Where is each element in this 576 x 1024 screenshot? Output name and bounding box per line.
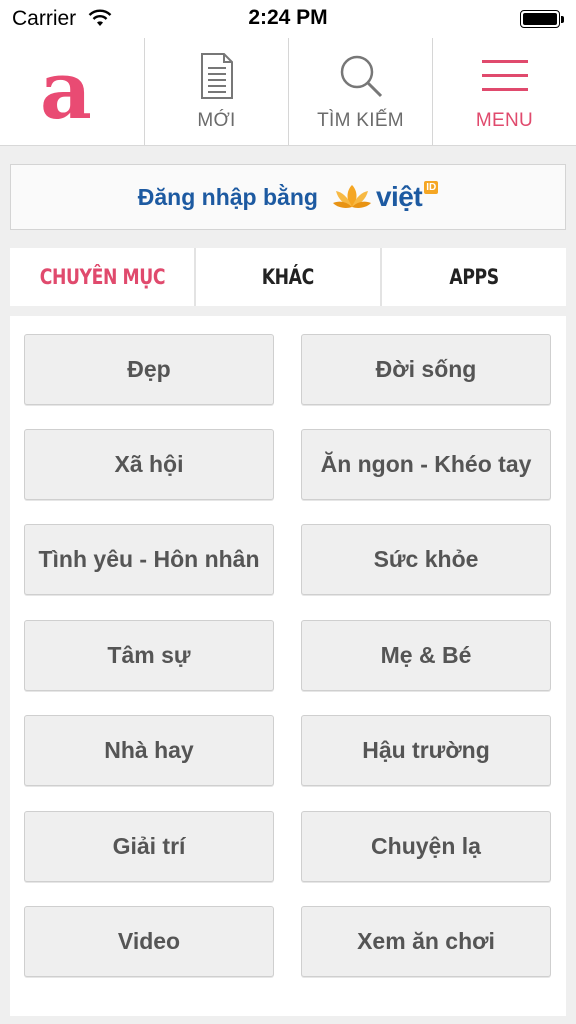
category-button[interactable]: Chuyện lạ (301, 811, 551, 882)
category-button[interactable]: Hậu trường (301, 715, 551, 786)
search-icon (340, 55, 382, 98)
nav-menu-button[interactable]: MENU (432, 38, 576, 145)
tab-apps[interactable]: APPS (380, 248, 566, 306)
tab-chuyen-muc-label: CHUYÊN MỤC (39, 265, 165, 289)
logo-letter: a (40, 56, 92, 126)
category-button[interactable]: Video (24, 906, 274, 977)
brand-logo-icon: a (40, 56, 92, 126)
tab-chuyen-muc[interactable]: CHUYÊN MỤC (10, 248, 194, 306)
category-button[interactable]: Mẹ & Bé (301, 620, 551, 691)
category-button[interactable]: Sức khỏe (301, 524, 551, 595)
login-text: Đăng nhập bằng (137, 183, 318, 210)
category-button[interactable]: Tình yêu - Hôn nhân (24, 524, 274, 595)
battery-icon (520, 10, 564, 28)
category-button[interactable]: Đẹp (24, 334, 274, 405)
status-bar: Carrier 2:24 PM (0, 0, 576, 38)
document-icon (200, 53, 233, 99)
nav-search-button[interactable]: TÌM KIẾM (288, 38, 432, 145)
section-tabs: CHUYÊN MỤC KHÁC APPS (10, 248, 566, 306)
category-button[interactable]: Tâm sự (24, 620, 274, 691)
category-grid: Đẹp Đời sống Xã hội Ăn ngon - Khéo tay T… (10, 316, 566, 1016)
category-button[interactable]: Xem ăn chơi (301, 906, 551, 977)
tab-apps-label: APPS (449, 265, 499, 289)
category-button[interactable]: Đời sống (301, 334, 551, 405)
category-button[interactable]: Nhà hay (24, 715, 274, 786)
logo-button[interactable]: a (0, 38, 144, 145)
category-button[interactable]: Ăn ngon - Khéo tay (301, 429, 551, 500)
category-button[interactable]: Giải trí (24, 811, 274, 882)
vietid-badge: ID (424, 180, 439, 194)
nav-new-label: MỚI (197, 110, 236, 131)
top-nav: a MỚI TÌM KIẾM MENU (0, 38, 576, 146)
nav-new-button[interactable]: MỚI (144, 38, 288, 145)
vietid-login-button[interactable]: Đăng nhập bằng việt ID (10, 164, 566, 230)
nav-search-label: TÌM KIẾM (317, 110, 404, 131)
vietid-brand: việt (375, 181, 423, 212)
tab-khac-label: KHÁC (261, 265, 315, 289)
nav-menu-label: MENU (475, 110, 534, 131)
tab-khac[interactable]: KHÁC (194, 248, 380, 306)
lotus-logo-icon (332, 185, 371, 208)
category-button[interactable]: Xã hội (24, 429, 274, 500)
clock: 2:24 PM (248, 6, 328, 29)
hamburger-menu-icon (481, 60, 528, 91)
bottom-strip (0, 1016, 576, 1024)
